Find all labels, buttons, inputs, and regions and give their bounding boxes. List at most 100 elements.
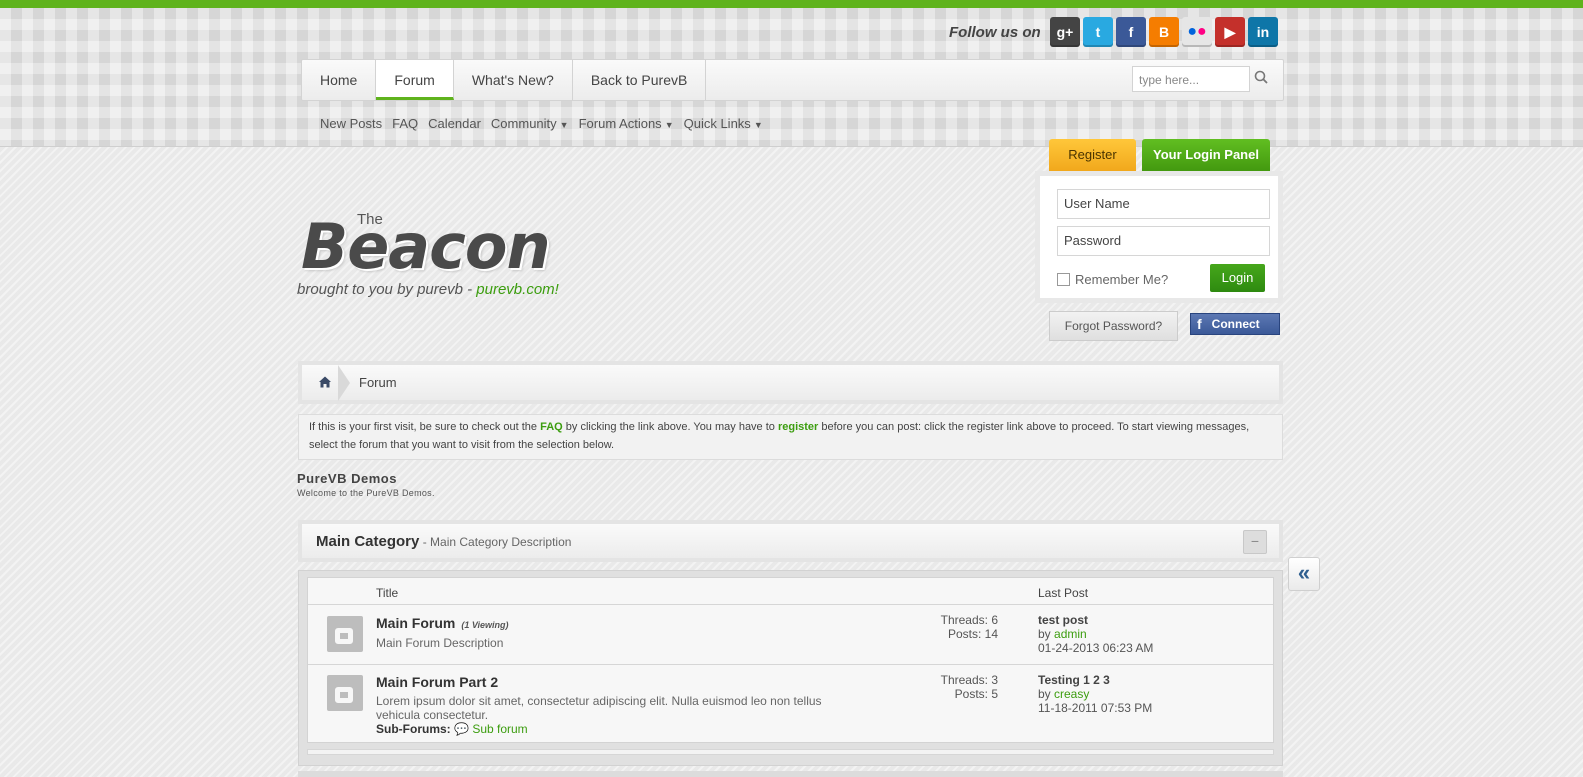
last-post-date: 11-18-2011 07:53 PM bbox=[1038, 701, 1153, 715]
category-name[interactable]: Main Category bbox=[316, 533, 419, 550]
flickr-icon[interactable]: ● ● bbox=[1182, 17, 1212, 47]
last-post-user[interactable]: admin bbox=[1054, 627, 1087, 641]
chevron-down-icon: ▼ bbox=[559, 120, 569, 130]
category-header: Main Category - Main Category Descriptio… bbox=[298, 520, 1283, 562]
tab-whats-new[interactable]: What's New? bbox=[454, 60, 573, 100]
bottom-strip bbox=[298, 771, 1283, 777]
subforums: Sub-Forums: 💬 Sub forum bbox=[376, 722, 528, 736]
password-field[interactable]: Password bbox=[1057, 226, 1270, 256]
register-tab[interactable]: Register bbox=[1049, 139, 1136, 171]
facebook-connect-button[interactable]: f Connect bbox=[1190, 313, 1280, 335]
blogger-icon[interactable]: B bbox=[1149, 17, 1179, 47]
logo-tagline: brought to you by purevb - purevb.com! bbox=[297, 281, 559, 298]
forum-status-icon bbox=[327, 616, 363, 652]
site-logo[interactable]: Beacon bbox=[301, 210, 551, 283]
subnav-quick-links-menu[interactable]: Quick Links ▼ bbox=[684, 116, 763, 131]
forum-list-container: Title Last Post Main Forum (1 Viewing) Ma… bbox=[298, 570, 1283, 766]
forum-table: Title Last Post Main Forum (1 Viewing) Ma… bbox=[307, 577, 1274, 743]
facebook-icon[interactable]: f bbox=[1116, 17, 1146, 47]
column-title: Title bbox=[376, 586, 399, 600]
thread-count: Threads: 6 bbox=[940, 613, 998, 627]
notice-text-1: If this is your first visit, be sure to … bbox=[309, 421, 541, 433]
post-count: Posts: 5 bbox=[954, 687, 998, 701]
home-icon[interactable] bbox=[318, 375, 334, 391]
twitter-icon[interactable]: t bbox=[1083, 17, 1113, 47]
subnav-community-label: Community bbox=[490, 116, 557, 131]
youtube-icon[interactable]: ▶ bbox=[1215, 17, 1245, 47]
subnav-quick-links-label: Quick Links bbox=[683, 116, 751, 131]
notice-text-2: by clicking the link above. You may have… bbox=[562, 421, 778, 433]
collapse-icon[interactable]: − bbox=[1243, 530, 1267, 554]
sidebar-toggle-icon[interactable]: « bbox=[1288, 557, 1320, 591]
last-post-title[interactable]: test post bbox=[1038, 613, 1088, 627]
row-divider bbox=[308, 664, 1273, 665]
remember-me[interactable]: Remember Me? bbox=[1057, 272, 1168, 287]
section-description: Welcome to the PureVB Demos. bbox=[297, 488, 435, 498]
follow-us-label: Follow us on bbox=[949, 24, 1041, 41]
forum-description: Main Forum Description bbox=[376, 636, 504, 650]
subnav-forum-actions-label: Forum Actions bbox=[578, 116, 662, 131]
login-panel: User Name Password Remember Me? Login bbox=[1035, 171, 1283, 303]
forum-stats: Threads: 3 Posts: 5 bbox=[918, 673, 998, 701]
post-count: Posts: 14 bbox=[947, 627, 998, 641]
last-post-user[interactable]: creasy bbox=[1054, 687, 1089, 701]
category-title[interactable]: Main Category - Main Category Descriptio… bbox=[316, 533, 571, 550]
notice-faq-link[interactable]: FAQ bbox=[540, 421, 563, 433]
forum-table-footer bbox=[307, 749, 1274, 755]
linkedin-icon[interactable]: in bbox=[1248, 17, 1278, 47]
last-post-by: by bbox=[1038, 687, 1055, 701]
facebook-icon: f bbox=[1197, 316, 1202, 332]
login-button[interactable]: Login bbox=[1210, 264, 1265, 292]
forum-last-post: test post by admin 01-24-2013 06:23 AM bbox=[1038, 613, 1153, 655]
forum-description: Lorem ipsum dolor sit amet, consectetur … bbox=[376, 694, 822, 722]
facebook-connect-label: Connect bbox=[1211, 317, 1260, 331]
viewing-count: (1 Viewing) bbox=[461, 620, 509, 630]
forum-status-icon bbox=[327, 675, 363, 711]
thread-count: Threads: 3 bbox=[940, 673, 998, 687]
search-input[interactable]: type here... bbox=[1132, 66, 1250, 92]
forum-stats: Threads: 6 Posts: 14 bbox=[918, 613, 998, 641]
subforum-link[interactable]: Sub forum bbox=[472, 722, 527, 736]
breadcrumb: Forum bbox=[298, 361, 1283, 404]
tagline-text: brought to you by purevb - bbox=[297, 281, 477, 298]
last-post-date: 01-24-2013 06:23 AM bbox=[1038, 641, 1154, 655]
forum-last-post: Testing 1 2 3 by creasy 11-18-2011 07:53… bbox=[1038, 673, 1152, 715]
tagline-link[interactable]: purevb.com! bbox=[476, 281, 559, 298]
header-divider bbox=[308, 604, 1273, 605]
category-description: - Main Category Description bbox=[419, 535, 572, 549]
username-field[interactable]: User Name bbox=[1057, 189, 1270, 219]
subnav-new-posts[interactable]: New Posts bbox=[320, 116, 382, 131]
column-last-post: Last Post bbox=[1038, 586, 1089, 600]
notice-register-link[interactable]: register bbox=[778, 421, 818, 433]
section-title: PureVB Demos bbox=[297, 471, 397, 486]
login-panel-tab[interactable]: Your Login Panel bbox=[1142, 139, 1270, 171]
forgot-password-button[interactable]: Forgot Password? bbox=[1049, 311, 1178, 341]
welcome-notice: If this is your first visit, be sure to … bbox=[298, 414, 1283, 460]
subnav-forum-actions-menu[interactable]: Forum Actions ▼ bbox=[579, 116, 674, 131]
forum-name[interactable]: Main Forum Part 2 bbox=[376, 674, 498, 690]
sub-navigation: New Posts FAQ Calendar Community ▼ Forum … bbox=[320, 116, 763, 131]
forum-name[interactable]: Main Forum bbox=[376, 615, 455, 631]
social-icons: g+ t f B ● ● ▶ in bbox=[1050, 17, 1278, 47]
subforums-label: Sub-Forums: bbox=[376, 722, 451, 736]
chevron-down-icon: ▼ bbox=[664, 120, 674, 130]
breadcrumb-current: Forum bbox=[359, 375, 397, 390]
tab-home[interactable]: Home bbox=[302, 60, 377, 100]
subnav-community-menu[interactable]: Community ▼ bbox=[491, 116, 569, 131]
google-plus-icon[interactable]: g+ bbox=[1050, 17, 1080, 47]
last-post-by: by bbox=[1038, 627, 1055, 641]
tab-back-to-purevb[interactable]: Back to PurevB bbox=[573, 60, 707, 100]
speech-bubble-icon: 💬 bbox=[454, 722, 469, 736]
last-post-title[interactable]: Testing 1 2 3 bbox=[1038, 673, 1110, 687]
subnav-faq[interactable]: FAQ bbox=[392, 116, 418, 131]
remember-label: Remember Me? bbox=[1075, 272, 1169, 287]
breadcrumb-separator bbox=[338, 365, 350, 401]
remember-checkbox[interactable] bbox=[1057, 273, 1070, 286]
search-icon[interactable] bbox=[1254, 70, 1272, 88]
subnav-calendar[interactable]: Calendar bbox=[428, 116, 481, 131]
main-navbar: Home Forum What's New? Back to PurevB ty… bbox=[301, 59, 1284, 101]
forum-row-1-title: Main Forum (1 Viewing) bbox=[376, 615, 509, 631]
tab-forum[interactable]: Forum bbox=[376, 60, 454, 100]
chevron-down-icon: ▼ bbox=[753, 120, 763, 130]
top-accent-bar bbox=[0, 0, 1583, 8]
